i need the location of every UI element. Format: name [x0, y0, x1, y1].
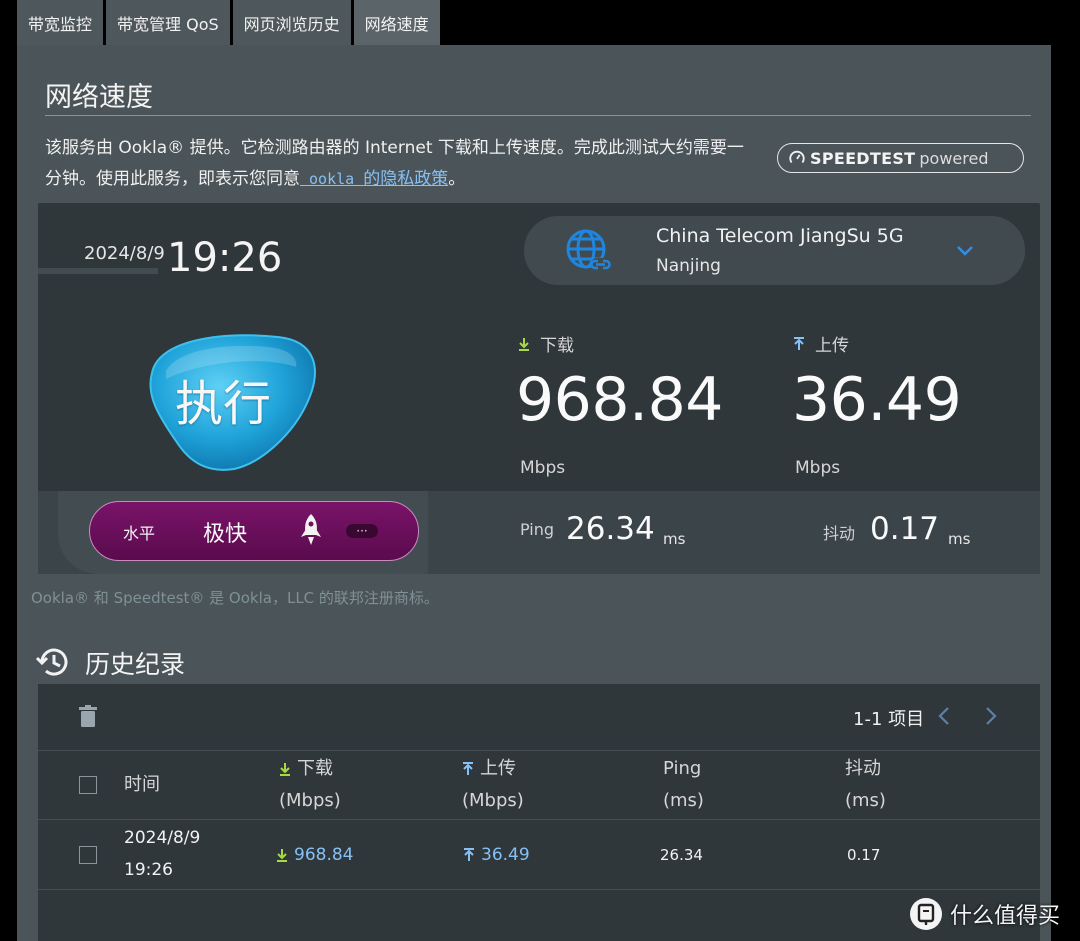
tab-bandwidth-monitor[interactable]: 带宽监控 [17, 0, 104, 45]
row-jitter: 0.17 [847, 846, 881, 864]
speedtest-powered-badge: SPEEDTEST powered [777, 143, 1024, 173]
main-panel: 网络速度 该服务由 Ookla® 提供。它检测路由器的 Internet 下载和… [17, 45, 1051, 941]
ping-unit: ms [663, 530, 686, 548]
col-download: 下载 (Mbps) [279, 753, 341, 817]
download-label: 下载 [540, 336, 574, 356]
run-test-button[interactable]: 执行 [138, 323, 320, 473]
tab-bar: 带宽监控 带宽管理 QoS 网页浏览历史 网络速度 [17, 0, 443, 45]
row-checkbox[interactable] [79, 846, 97, 864]
col-jitter-label: 抖动 [845, 758, 881, 779]
col-download-unit: (Mbps) [279, 790, 341, 811]
history-title: 历史纪录 [85, 650, 186, 679]
col-time: 时间 [124, 774, 160, 795]
service-description: 该服务由 Ookla® 提供。它检测路由器的 Internet 下载和上传速度。… [45, 133, 760, 195]
col-download-label: 下载 [297, 758, 333, 779]
history-icon [36, 648, 68, 676]
trademark-notice: Ookla® 和 Speedtest® 是 Ookla，LLC 的联邦注册商标。 [31, 589, 439, 607]
col-upload-unit: (Mbps) [462, 790, 524, 811]
badge-speedtest-text: SPEEDTEST [810, 148, 916, 168]
col-ping-unit: (ms) [663, 790, 704, 811]
watermark-logo-mark [917, 903, 935, 925]
speed-level-pill: 水平 极快 ··· [89, 501, 419, 561]
jitter-value: 0.17 [870, 511, 940, 547]
upload-header: 上传 [793, 331, 849, 356]
download-arrow-icon [277, 849, 287, 862]
chevron-left-icon[interactable] [935, 705, 953, 727]
chevron-down-icon [957, 246, 973, 256]
server-name: China Telecom JiangSu 5G [656, 225, 904, 247]
server-selector[interactable]: China Telecom JiangSu 5G Nanjing [524, 216, 1025, 285]
upload-arrow-icon [794, 336, 804, 350]
row-divider [38, 889, 1040, 890]
result-time: 19:26 [167, 235, 283, 281]
history-toolbar: 1-1 项目 [38, 684, 1040, 750]
history-table: 1-1 项目 时间 下载 (Mbps) 上传 (Mbps) Ping (ms) … [38, 684, 1040, 941]
title-divider [45, 115, 1031, 116]
date-underline [38, 268, 158, 274]
globe-link-icon [566, 229, 611, 271]
result-date: 2024/8/9 [84, 243, 165, 264]
tab-web-history[interactable]: 网页浏览历史 [232, 0, 351, 45]
chevron-right-icon[interactable] [982, 705, 1000, 727]
upload-label: 上传 [815, 336, 849, 356]
row-time: 2024/8/9 19:26 [124, 822, 200, 886]
col-download-label-wrap: 下载 [279, 758, 333, 779]
jitter-label: 抖动 [823, 524, 856, 543]
row-upload: 36.49 [463, 839, 530, 871]
download-header: 下载 [518, 331, 574, 356]
tab-bandwidth-qos[interactable]: 带宽管理 QoS [106, 0, 230, 45]
col-jitter-unit: (ms) [845, 790, 886, 811]
row-upload-value: 36.49 [481, 845, 530, 865]
col-upload: 上传 (Mbps) [462, 753, 524, 817]
header-divider [38, 750, 1040, 751]
pager-count: 1-1 项目 [853, 709, 925, 730]
server-city: Nanjing [656, 256, 721, 276]
level-label: 水平 [123, 524, 156, 543]
privacy-link-zh: 的隐私政策 [363, 169, 449, 189]
watermark: 什么值得买 [910, 895, 1060, 933]
tab-network-speed[interactable]: 网络速度 [353, 0, 440, 45]
speedtest-gauge-icon [789, 150, 805, 164]
description-end: 。 [448, 169, 466, 189]
col-upload-label: 上传 [480, 758, 516, 779]
row-download-value: 968.84 [294, 845, 354, 865]
download-unit: Mbps [520, 458, 566, 478]
speed-result-card: 2024/8/9 19:26 China Telecom JiangSu 5G … [38, 203, 1040, 574]
ping-label: Ping [520, 520, 555, 539]
col-jitter: 抖动 (ms) [845, 753, 886, 817]
trash-icon[interactable] [79, 705, 97, 727]
badge-powered-text: powered [919, 148, 989, 168]
row-divider [38, 819, 1040, 820]
row-clock: 19:26 [124, 860, 173, 880]
col-ping: Ping (ms) [663, 753, 704, 817]
more-options-button[interactable]: ··· [346, 524, 378, 538]
row-date: 2024/8/9 [124, 828, 201, 848]
upload-value: 36.49 [792, 365, 962, 435]
download-arrow-icon [519, 337, 529, 351]
jitter-unit: ms [948, 530, 971, 548]
privacy-policy-link[interactable]: ookla 的隐私政策 [300, 169, 449, 189]
upload-unit: Mbps [795, 458, 841, 478]
col-upload-label-wrap: 上传 [462, 758, 516, 779]
select-all-checkbox[interactable] [79, 776, 97, 794]
ping-value: 26.34 [566, 511, 655, 547]
row-download: 968.84 [276, 839, 353, 871]
privacy-link-en: ookla [300, 170, 364, 188]
run-test-label: 执行 [174, 376, 271, 432]
watermark-logo-icon [910, 898, 942, 930]
row-ping: 26.34 [660, 846, 703, 864]
upload-arrow-icon [463, 762, 473, 775]
watermark-text: 什么值得买 [950, 904, 1061, 929]
col-ping-label: Ping [663, 758, 702, 779]
download-value: 968.84 [516, 365, 723, 435]
level-value: 极快 [203, 522, 248, 547]
page-title: 网络速度 [45, 82, 153, 113]
download-arrow-icon [280, 763, 290, 776]
upload-arrow-icon [464, 848, 474, 861]
rocket-icon [301, 514, 321, 545]
